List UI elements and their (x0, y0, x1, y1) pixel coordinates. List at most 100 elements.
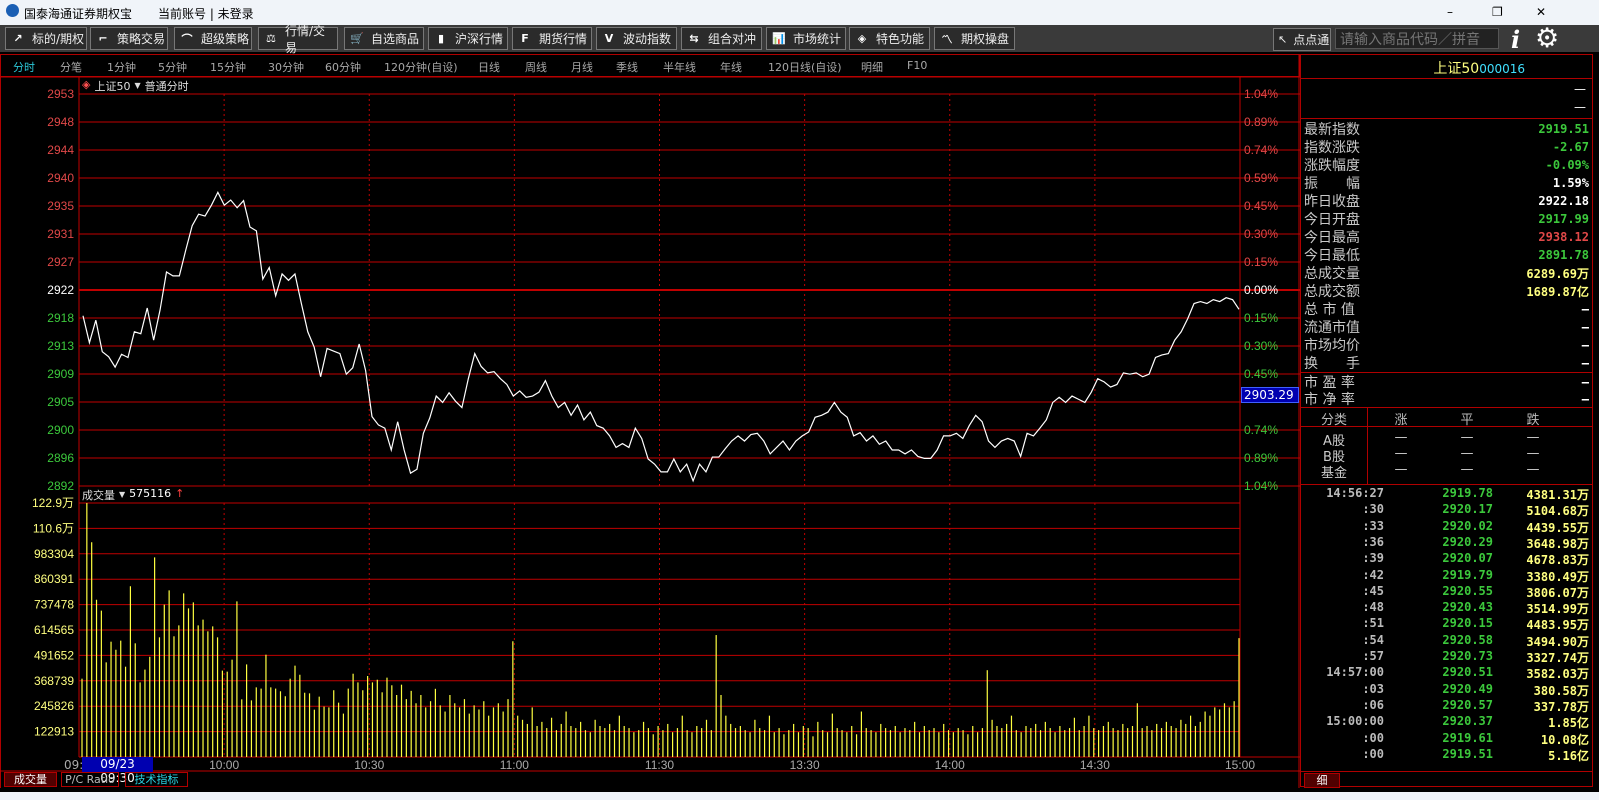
tick-time: :33 (1362, 518, 1384, 533)
volume-tick-label: 122913 (34, 725, 74, 739)
quote-panel: 上证50000016 — — 最新指数 2919.51 指数涨跌 -2.67 涨跌幅度 -… (1300, 54, 1593, 788)
tick-time: :48 (1362, 600, 1384, 615)
tick-row: 14:57:00 2920.51 3582.03万 (1304, 665, 1589, 681)
quote-value: 6289.69万 (1526, 266, 1589, 281)
tick-amount: 4678.83万 (1526, 553, 1589, 568)
quote-label: 总成交额 (1304, 284, 1360, 300)
tab-technical[interactable]: 技术指标 (125, 772, 188, 787)
pct-tick-label: 0.30% (1244, 339, 1278, 353)
tick-row: :36 2920.29 3648.98万 (1304, 535, 1589, 551)
tick-time: :57 (1362, 649, 1384, 663)
search-input[interactable] (1335, 28, 1499, 49)
tick-time: :51 (1362, 616, 1384, 631)
breadth-cat: 基金 (1320, 466, 1347, 481)
quote-label: 总 市 值 (1304, 302, 1355, 318)
price-tick-label: 2948 (47, 115, 74, 129)
price-tick-label: 2944 (47, 143, 74, 157)
index-code: 000016 (1479, 62, 1525, 76)
tick-amount: 4483.95万 (1526, 618, 1589, 633)
diamond-icon: ◈ (82, 78, 91, 91)
tick-price: 2920.07 (1442, 551, 1493, 566)
tick-time: :45 (1362, 583, 1384, 598)
tick-row: :57 2920.73 3327.74万 (1304, 649, 1589, 665)
quote-row: 今日最低 2891.78 (1304, 246, 1589, 264)
quote-value: 2917.99 (1538, 212, 1589, 226)
indicator-tabs: 成交量 P/C Ratio 技术指标 (0, 772, 1300, 788)
tick-time: 14:56:27 (1326, 486, 1384, 500)
tick-amount: 10.08亿 (1540, 732, 1589, 747)
tick-row: :54 2920.58 3494.90万 (1304, 633, 1589, 649)
price-tick-label: 2935 (47, 199, 74, 213)
quote-row: 昨日收盘 2922.18 (1304, 192, 1589, 210)
tick-price: 2920.29 (1442, 534, 1493, 549)
breadth-up: — (1394, 462, 1408, 477)
quote-row: 流通市值 — (1304, 318, 1589, 336)
tick-time: :36 (1362, 534, 1384, 549)
pct-tick-label: 0.74% (1244, 423, 1278, 437)
price-tick-label: 2892 (47, 479, 74, 493)
volume-tick-label: 122.9万 (32, 496, 74, 510)
intraday-chart[interactable]: 2953 1.04% 2948 0.89% 2944 0.74% 2940 0.59% 2935… (0, 0, 1300, 792)
minimize-button[interactable]: – (1447, 5, 1453, 19)
tick-row: :48 2920.43 3514.99万 (1304, 600, 1589, 616)
close-button[interactable]: ✕ (1536, 5, 1546, 19)
breadth-flat: — (1460, 446, 1474, 461)
pct-tick-label: 0.89% (1244, 115, 1278, 129)
tick-amount: 3648.98万 (1526, 536, 1589, 551)
volume-value: 575116 (129, 487, 172, 500)
quote-value: — (1581, 338, 1589, 352)
pct-tick-label: 0.59% (1244, 171, 1278, 185)
status-strip (0, 792, 1599, 800)
dropdown-arrow-icon[interactable]: ▼ (134, 81, 140, 94)
pct-tick-label: 0.00% (1244, 283, 1278, 297)
tick-price: 2920.17 (1442, 502, 1493, 517)
quote-label: 涨跌幅度 (1304, 158, 1360, 174)
time-tick-label: 10:30 (354, 758, 384, 772)
quote-label: 流通市值 (1304, 320, 1360, 336)
ratio-value: — (1581, 375, 1589, 389)
info-icon[interactable]: i (1511, 25, 1520, 54)
tick-amount: 5.16亿 (1548, 748, 1589, 763)
tick-row: :03 2920.49 380.58万 (1304, 682, 1589, 698)
tick-time: :00 (1362, 730, 1384, 745)
breadth-up: — (1394, 446, 1408, 461)
time-tick-label: 14:00 (935, 758, 965, 772)
tab-detail[interactable]: 细 (1304, 773, 1340, 788)
tick-row: :00 2919.51 5.16亿 (1304, 747, 1589, 763)
quote-label: 最新指数 (1304, 122, 1360, 138)
breadth-down: — (1526, 430, 1540, 445)
tick-time: :06 (1362, 697, 1384, 712)
quote-value: 1689.87亿 (1526, 284, 1589, 299)
quote-value: 2891.78 (1538, 248, 1589, 262)
quote-value: -0.09% (1545, 158, 1589, 172)
up-arrow-icon: ↑ (175, 487, 185, 500)
tick-row: :00 2919.61 10.08亿 (1304, 731, 1589, 747)
breadth-up: — (1394, 430, 1408, 445)
tick-price: 2920.02 (1442, 518, 1493, 533)
tick-amount: 3494.90万 (1526, 634, 1589, 649)
tick-row: :06 2920.57 337.78万 (1304, 698, 1589, 714)
tick-price: 2920.55 (1442, 583, 1493, 598)
tab-pc-ratio[interactable]: P/C Ratio (61, 772, 119, 787)
pct-tick-label: 1.04% (1244, 87, 1278, 101)
price-tick-label: 2905 (47, 395, 74, 409)
tick-amount: 380.58万 (1533, 683, 1589, 698)
dropdown-arrow-icon[interactable]: ▼ (119, 490, 125, 503)
crosshair-price-label: 2903.29 (1241, 387, 1299, 403)
breadth-down: — (1526, 446, 1540, 461)
quote-value: 2922.18 (1538, 194, 1589, 208)
tick-amount: 1.85亿 (1548, 716, 1589, 731)
tick-time: :42 (1362, 567, 1384, 582)
date-cursor-label: 09/23 09:30 (82, 757, 153, 785)
quote-row: 指数涨跌 -2.67 (1304, 138, 1589, 156)
indicator-selector[interactable]: 成交量 (82, 487, 115, 503)
symbol-selector[interactable]: 上证50 (94, 78, 130, 94)
restore-button[interactable]: ❐ (1492, 5, 1503, 19)
quote-label: 振 幅 (1304, 176, 1360, 192)
tick-price: 2920.58 (1442, 632, 1493, 647)
tick-price: 2920.15 (1442, 616, 1493, 631)
dash: — (1574, 82, 1586, 96)
tab-volume[interactable]: 成交量 (4, 772, 57, 787)
tick-time: :54 (1362, 632, 1384, 647)
gear-icon[interactable]: ⚙ (1535, 23, 1559, 54)
